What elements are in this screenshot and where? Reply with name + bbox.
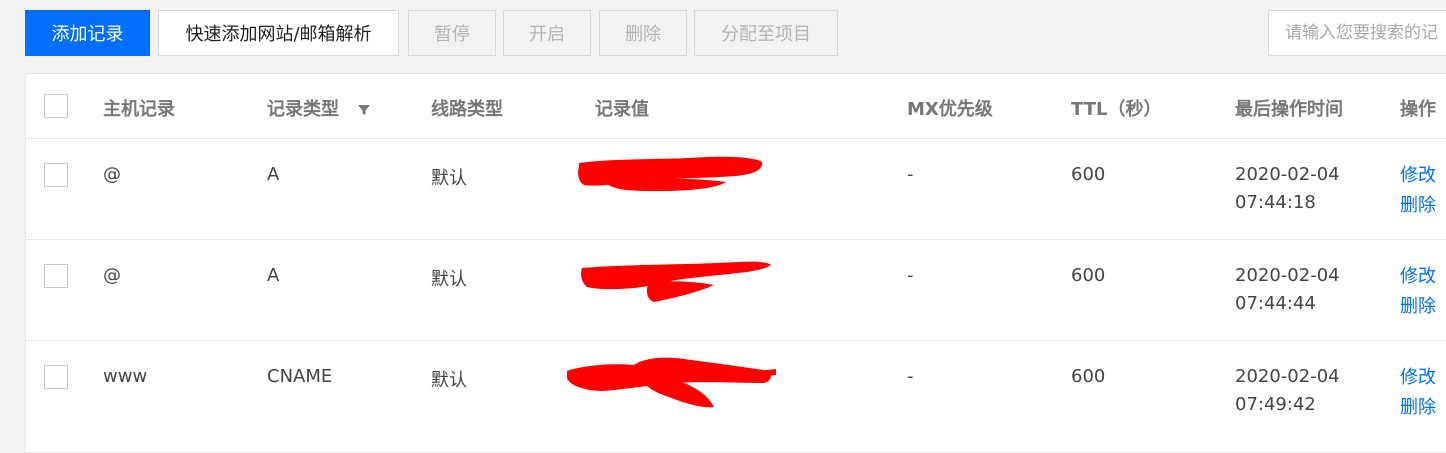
- cell-line: 默认: [431, 168, 467, 189]
- toolbar: 添加记录 快速添加网站/邮箱解析 暂停 开启 删除 分配至项目: [0, 0, 1446, 70]
- cell-clock: 07:44:18: [1235, 192, 1316, 213]
- header-type-label: 记录类型: [267, 99, 339, 120]
- table-row: www CNAME 默认 - 600 2020-02-04 07:49:42 修…: [26, 341, 1446, 442]
- header-ttl: TTL（秒）: [1071, 99, 1162, 120]
- filter-icon[interactable]: [357, 103, 371, 117]
- redacted-value: [578, 156, 763, 192]
- edit-link[interactable]: 修改: [1400, 262, 1436, 292]
- header-line: 线路类型: [431, 99, 503, 120]
- enable-button[interactable]: 开启: [503, 10, 591, 56]
- cell-ttl: 600: [1071, 366, 1106, 387]
- edit-link[interactable]: 修改: [1400, 363, 1436, 393]
- add-record-button[interactable]: 添加记录: [25, 10, 150, 56]
- cell-line: 默认: [431, 269, 467, 290]
- table-row: @ A 默认 - 600 2020-02-04 07:44:18 修改 删除: [26, 139, 1446, 240]
- cell-date: 2020-02-04: [1235, 265, 1340, 286]
- header-time: 最后操作时间: [1235, 99, 1343, 120]
- header-value: 记录值: [595, 99, 649, 120]
- pause-button[interactable]: 暂停: [408, 10, 496, 56]
- header-type: 记录类型: [267, 95, 371, 121]
- cell-type: A: [267, 265, 280, 286]
- cell-host: @: [103, 164, 121, 185]
- cell-date: 2020-02-04: [1235, 164, 1340, 185]
- row-checkbox[interactable]: [44, 264, 68, 288]
- quick-add-button[interactable]: 快速添加网站/邮箱解析: [158, 10, 399, 56]
- header-host: 主机记录: [103, 99, 175, 120]
- cell-mx: -: [907, 164, 914, 185]
- cell-ttl: 600: [1071, 164, 1106, 185]
- redacted-value: [567, 357, 776, 408]
- cell-date: 2020-02-04: [1235, 366, 1340, 387]
- row-actions: 修改 删除: [1400, 363, 1436, 423]
- redacted-value: [581, 261, 771, 302]
- cell-time: 2020-02-04 07:44:18: [1235, 161, 1340, 217]
- row-actions: 修改 删除: [1400, 262, 1436, 322]
- cell-time: 2020-02-04 07:49:42: [1235, 363, 1340, 419]
- delete-link[interactable]: 删除: [1400, 393, 1436, 423]
- cell-host: @: [103, 265, 121, 286]
- delete-link[interactable]: 删除: [1400, 191, 1436, 221]
- assign-project-button[interactable]: 分配至项目: [694, 10, 838, 56]
- header-ops: 操作: [1400, 99, 1436, 120]
- cell-time: 2020-02-04 07:44:44: [1235, 262, 1340, 318]
- cell-mx: -: [907, 366, 914, 387]
- delete-link[interactable]: 删除: [1400, 292, 1436, 322]
- cell-ttl: 600: [1071, 265, 1106, 286]
- row-actions: 修改 删除: [1400, 161, 1436, 221]
- row-checkbox[interactable]: [44, 163, 68, 187]
- cell-type: CNAME: [267, 366, 333, 387]
- cell-clock: 07:49:42: [1235, 394, 1316, 415]
- delete-button[interactable]: 删除: [599, 10, 687, 56]
- row-checkbox[interactable]: [44, 365, 68, 389]
- search-input[interactable]: [1268, 10, 1446, 56]
- cell-type: A: [267, 164, 280, 185]
- edit-link[interactable]: 修改: [1400, 161, 1436, 191]
- records-table: 主机记录 记录类型 线路类型 记录值 MX优先级 TTL（秒） 最后操作时间 操…: [25, 73, 1446, 453]
- cell-host: www: [103, 366, 148, 387]
- table-row: @ A 默认 - 600 2020-02-04 07:44:44 修改 删除: [26, 240, 1446, 341]
- select-all-checkbox[interactable]: [44, 94, 68, 118]
- cell-clock: 07:44:44: [1235, 293, 1316, 314]
- cell-line: 默认: [431, 370, 467, 391]
- header-mx: MX优先级: [907, 99, 993, 120]
- cell-mx: -: [907, 265, 914, 286]
- table-header: 主机记录 记录类型 线路类型 记录值 MX优先级 TTL（秒） 最后操作时间 操…: [26, 74, 1446, 139]
